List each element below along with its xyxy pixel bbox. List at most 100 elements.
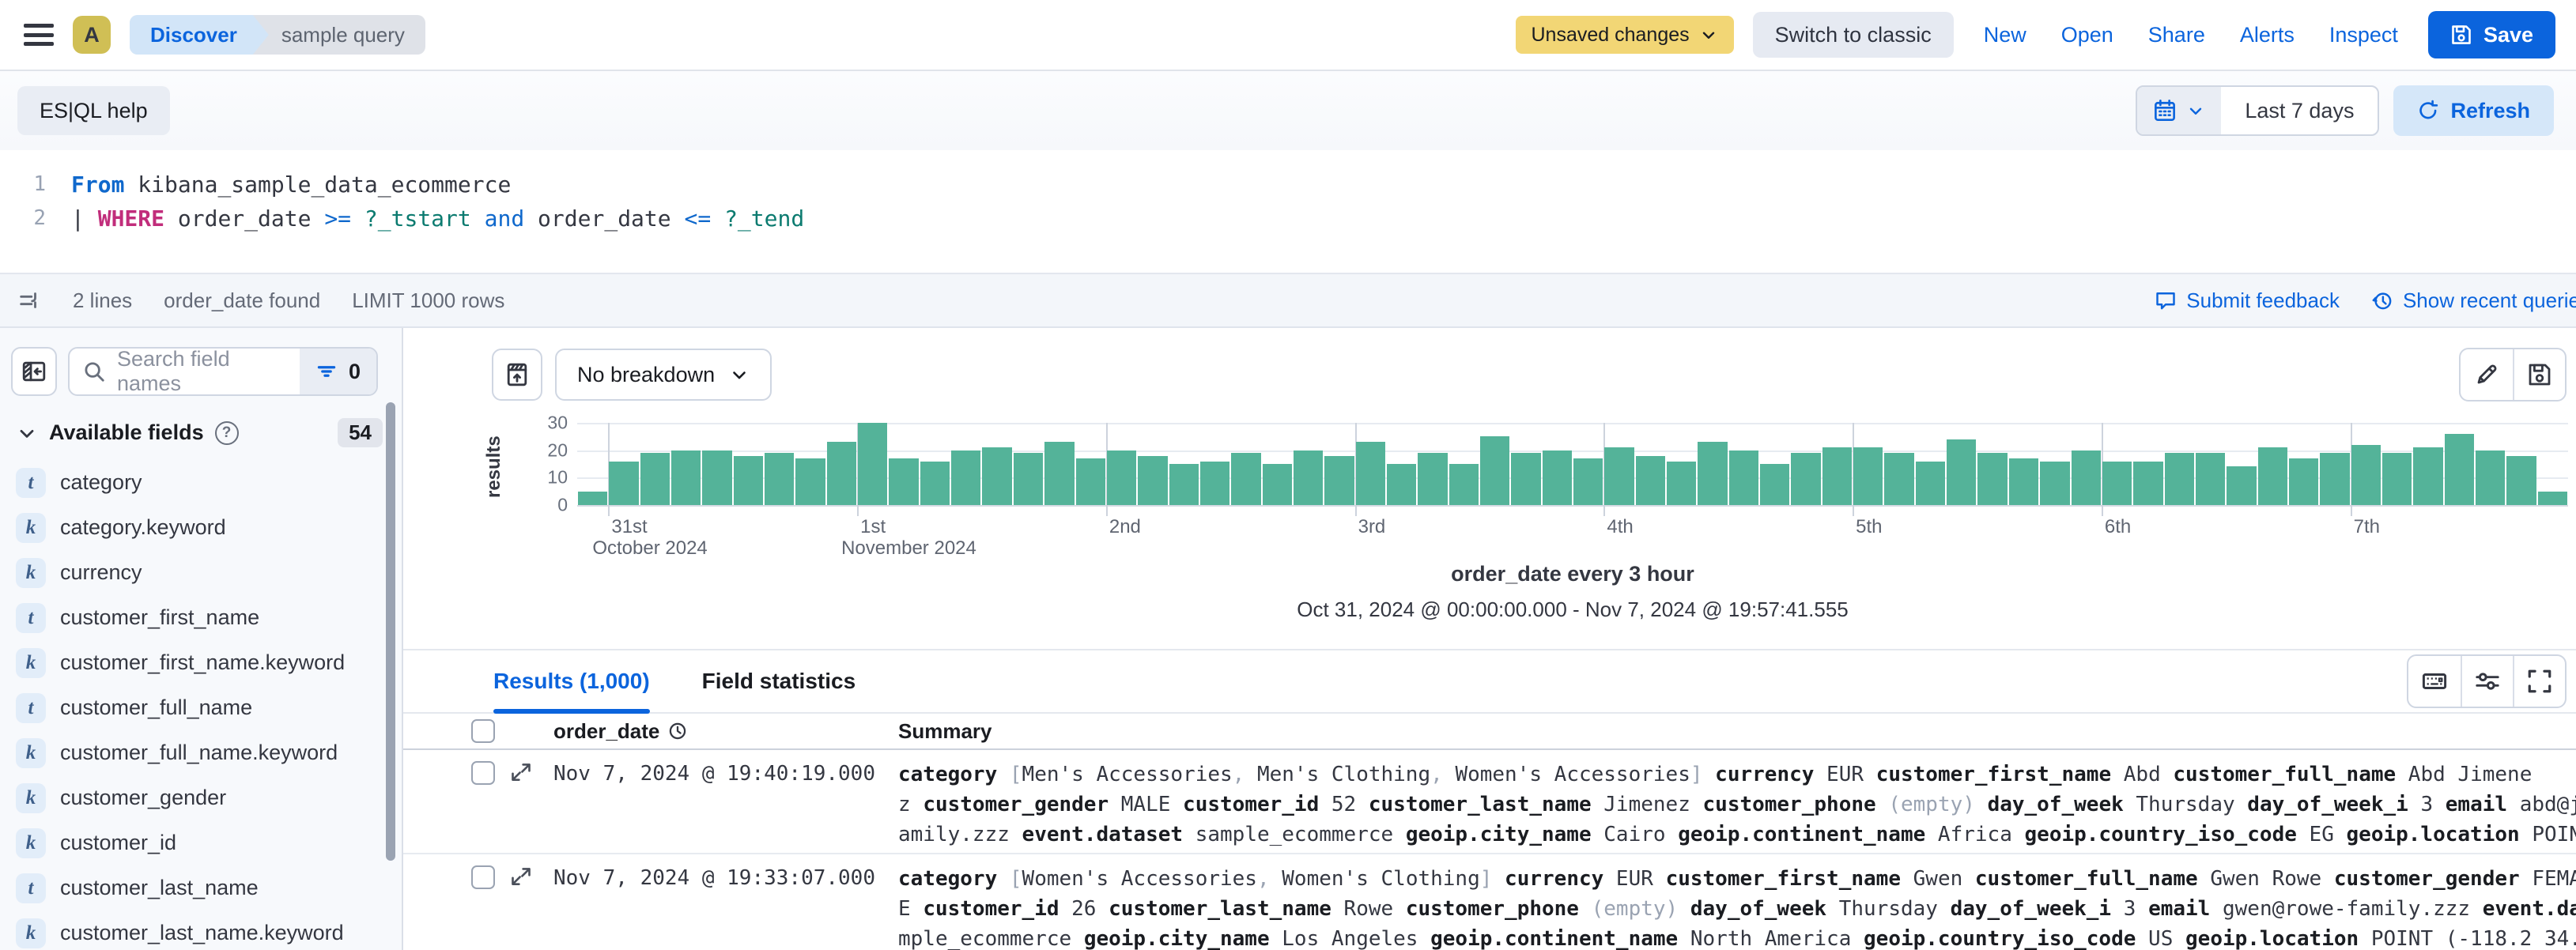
histogram-bar[interactable] (2289, 458, 2318, 505)
histogram-bar[interactable] (671, 450, 701, 505)
histogram-bar[interactable] (2506, 456, 2536, 505)
save-visualization-button[interactable] (2513, 349, 2565, 400)
histogram-bar[interactable] (1418, 453, 1447, 505)
field-list-item[interactable]: k customer_gender (0, 775, 402, 820)
collapse-sidebar-button[interactable] (11, 347, 57, 396)
breakdown-selector[interactable]: No breakdown (555, 349, 772, 401)
keyboard-shortcuts-button[interactable] (2408, 656, 2461, 707)
field-list-item[interactable]: t customer_first_name (0, 595, 402, 640)
switch-to-classic-button[interactable]: Switch to classic (1753, 12, 1954, 58)
search-input[interactable]: Search field names 0 (68, 347, 378, 396)
alerts-link[interactable]: Alerts (2240, 23, 2295, 47)
table-row[interactable]: Nov 7, 2024 @ 19:40:19.000 category [Men… (403, 750, 2576, 854)
field-list-item[interactable]: k customer_last_name.keyword (0, 910, 402, 950)
table-row[interactable]: Nov 7, 2024 @ 19:33:07.000 category [Wom… (403, 854, 2576, 950)
histogram-bar[interactable] (2009, 458, 2038, 505)
histogram-bar[interactable] (702, 450, 731, 505)
histogram-bar[interactable] (2072, 450, 2101, 505)
histogram-bar[interactable] (795, 458, 825, 505)
histogram-bar[interactable] (2445, 434, 2474, 505)
histogram-bar[interactable] (2538, 492, 2567, 505)
histogram-bar[interactable] (1449, 464, 1479, 505)
recent-queries-link[interactable]: Show recent queries (2371, 288, 2576, 313)
histogram-bar[interactable] (1822, 447, 1852, 505)
histogram-bar[interactable] (2351, 445, 2381, 505)
histogram-bar[interactable] (734, 456, 763, 505)
histogram-bar[interactable] (1667, 462, 1696, 505)
code-line[interactable]: 2| WHERE order_date >= ?_tstart and orde… (0, 202, 2576, 236)
histogram-bar[interactable] (1107, 450, 1136, 505)
histogram-bar[interactable] (609, 462, 638, 505)
histogram-bar[interactable] (951, 450, 980, 505)
histogram-bar[interactable] (1977, 453, 2007, 505)
tab-results[interactable]: Results (1,000) (493, 650, 650, 712)
new-link[interactable]: New (1984, 23, 2026, 47)
histogram-bar[interactable] (765, 453, 794, 505)
histogram-bar[interactable] (1511, 453, 1540, 505)
save-button[interactable]: Save (2428, 11, 2555, 58)
histogram-bar[interactable] (1231, 453, 1260, 505)
inspect-link[interactable]: Inspect (2329, 23, 2398, 47)
field-list-item[interactable]: k category.keyword (0, 505, 402, 550)
breadcrumb-discover[interactable]: Discover (130, 15, 269, 55)
histogram-bar[interactable] (1014, 453, 1043, 505)
sidebar-scrollbar[interactable] (386, 402, 395, 861)
field-list-item[interactable]: t category (0, 460, 402, 505)
histogram-bar[interactable] (1729, 450, 1758, 505)
histogram-bar[interactable] (1324, 456, 1354, 505)
field-list-item[interactable]: k customer_full_name.keyword (0, 730, 402, 775)
histogram-bar[interactable] (2258, 447, 2287, 505)
histogram-bar[interactable] (2227, 466, 2256, 505)
order-date-column-header[interactable]: order_date (553, 719, 659, 744)
open-link[interactable]: Open (2061, 23, 2113, 47)
esql-help-button[interactable]: ES|QL help (17, 86, 170, 135)
histogram-bar[interactable] (2413, 447, 2442, 505)
histogram-bar[interactable] (1387, 464, 1416, 505)
hide-chart-button[interactable] (492, 349, 542, 401)
unsaved-changes-badge[interactable]: Unsaved changes (1516, 16, 1734, 54)
histogram-bar[interactable] (1480, 436, 1509, 505)
menu-icon[interactable] (24, 24, 54, 46)
row-checkbox[interactable] (471, 761, 495, 785)
select-all-checkbox[interactable] (471, 719, 495, 743)
histogram-bar[interactable] (920, 462, 950, 505)
available-fields-header[interactable]: Available fields ? 54 (0, 418, 402, 447)
histogram-bar[interactable] (2040, 462, 2069, 505)
expand-row-icon[interactable] (510, 761, 532, 783)
histogram-bar[interactable] (2165, 453, 2194, 505)
edit-visualization-button[interactable] (2461, 349, 2513, 400)
histogram-bar[interactable] (1169, 464, 1199, 505)
histogram-bar[interactable] (2320, 453, 2349, 505)
histogram-bar[interactable] (1884, 453, 1913, 505)
histogram-bar[interactable] (1076, 458, 1105, 505)
time-range-value[interactable]: Last 7 days (2221, 87, 2378, 134)
help-icon[interactable]: ? (215, 421, 239, 445)
histogram-bar[interactable] (1853, 447, 1883, 505)
histogram-bar[interactable] (827, 442, 856, 505)
histogram-bar[interactable] (858, 423, 887, 505)
histogram-bar[interactable] (1044, 442, 1074, 505)
field-list-item[interactable]: k currency (0, 550, 402, 595)
field-list-item[interactable]: k customer_first_name.keyword (0, 640, 402, 685)
histogram-bar[interactable] (982, 447, 1011, 505)
share-link[interactable]: Share (2148, 23, 2205, 47)
field-list-item[interactable]: k customer_id (0, 820, 402, 865)
histogram-bar[interactable] (2382, 453, 2412, 505)
histogram-bar[interactable] (889, 458, 918, 505)
field-list-item[interactable]: t customer_last_name (0, 865, 402, 910)
histogram-bar[interactable] (1760, 464, 1789, 505)
histogram-bar[interactable] (1698, 442, 1727, 505)
histogram-bar[interactable] (1947, 439, 1976, 505)
fullscreen-button[interactable] (2513, 656, 2565, 707)
space-avatar[interactable]: A (73, 16, 111, 54)
submit-feedback-link[interactable]: Submit feedback (2155, 288, 2340, 313)
histogram-bar[interactable] (1604, 447, 1634, 505)
row-checkbox[interactable] (471, 865, 495, 889)
histogram-bar[interactable] (1200, 462, 1229, 505)
histogram-bar[interactable] (578, 492, 607, 505)
field-list-item[interactable]: t customer_full_name (0, 685, 402, 730)
histogram-bar[interactable] (1294, 450, 1323, 505)
esql-editor[interactable]: 1From kibana_sample_data_ecommerce2| WHE… (0, 150, 2576, 273)
histogram-bar[interactable] (1573, 458, 1603, 505)
histogram-bar[interactable] (1263, 464, 1292, 505)
